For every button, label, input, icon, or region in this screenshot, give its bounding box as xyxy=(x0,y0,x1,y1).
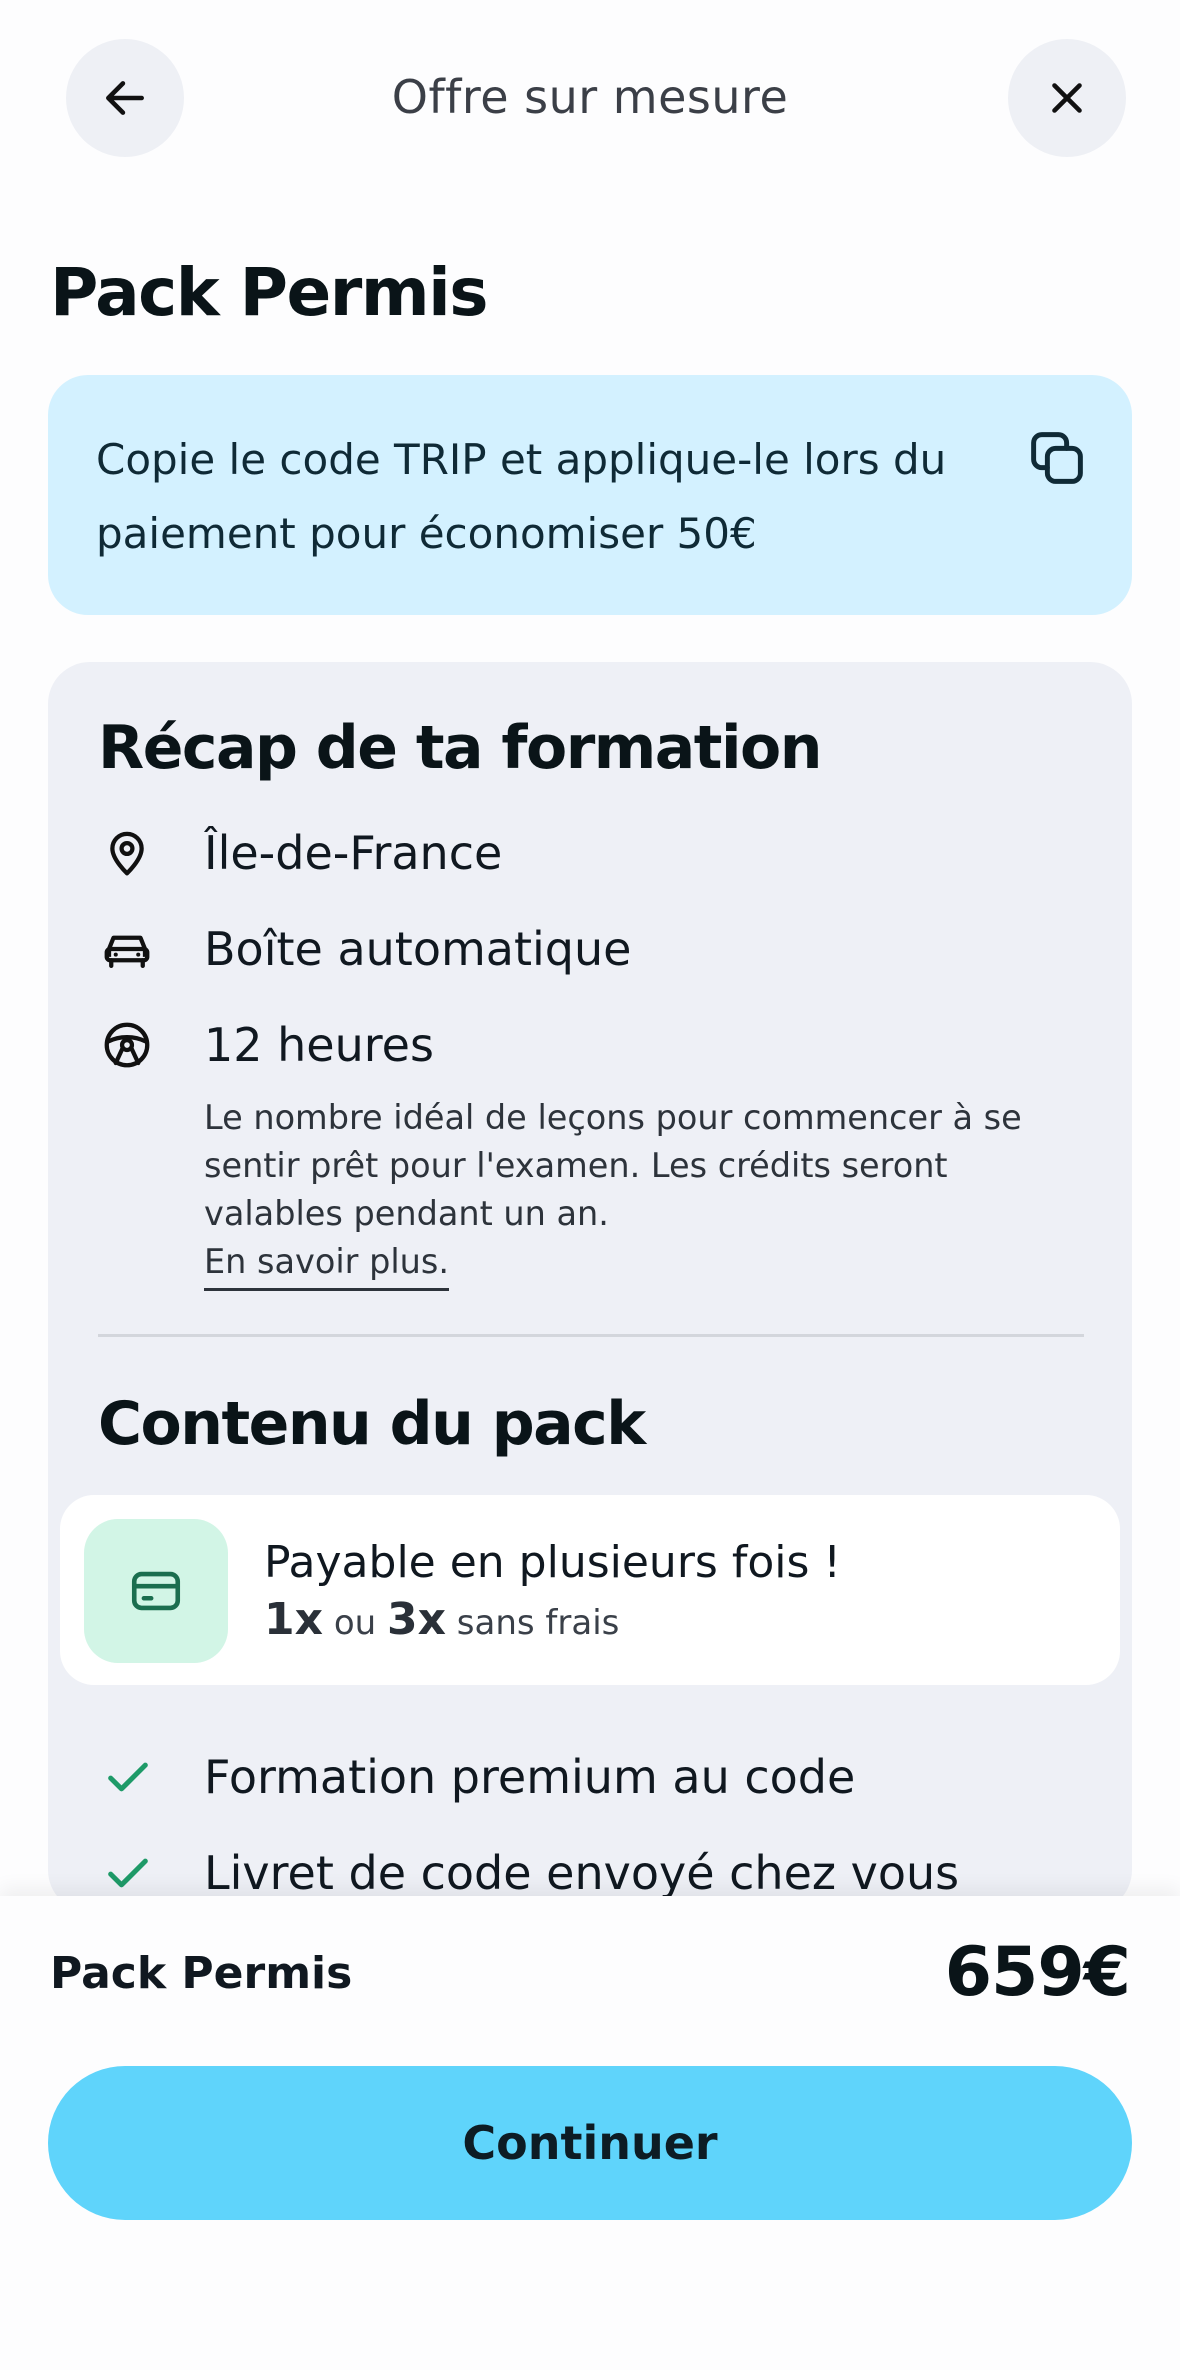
recap-item-location xyxy=(100,818,154,888)
page-title: Pack Permis xyxy=(50,254,489,331)
summary-label: Pack Permis xyxy=(50,1948,353,1999)
close-button[interactable] xyxy=(1008,39,1126,157)
location-pin-icon xyxy=(110,831,144,876)
header-title: Offre sur mesure xyxy=(391,70,789,124)
screen: Offre sur mesure Pack Permis Copie le co… xyxy=(0,0,1180,2370)
payment-option-two: 3x xyxy=(386,1594,446,1645)
car-icon xyxy=(104,935,150,969)
checkmark-icon xyxy=(108,1762,148,1792)
recap-item-hours xyxy=(100,1010,154,1080)
credit-card-icon xyxy=(131,1571,181,1611)
recap-gearbox-label: Boîte automatique xyxy=(204,922,632,976)
payment-title: Payable en plusieurs fois ! xyxy=(264,1537,842,1588)
feature-item xyxy=(102,1742,154,1812)
close-icon xyxy=(1052,83,1082,113)
payment-option-one: 1x xyxy=(264,1594,323,1645)
learn-more-link[interactable]: En savoir plus. xyxy=(204,1238,449,1291)
recap-item-gearbox xyxy=(100,914,154,984)
recap-location-label: Île-de-France xyxy=(204,826,503,880)
recap-title: Récap de ta formation xyxy=(98,713,822,783)
recap-hours-label: 12 heures xyxy=(204,1018,434,1072)
continue-button[interactable]: Continuer xyxy=(48,2066,1132,2220)
payment-tile: Payable en plusieurs fois ! 1x ou 3x san… xyxy=(60,1495,1120,1685)
copy-icon[interactable] xyxy=(1024,425,1090,491)
payment-icon-badge xyxy=(84,1519,228,1663)
section-divider xyxy=(98,1334,1084,1337)
summary-bar: Pack Permis 659€ Continuer xyxy=(0,1896,1180,2370)
payment-options: 1x ou 3x sans frais xyxy=(264,1595,619,1648)
promo-banner: Copie le code TRIP et applique-le lors d… xyxy=(48,375,1132,615)
hours-description: Le nombre idéal de leçons pour commencer… xyxy=(204,1098,1022,1233)
promo-text: Copie le code TRIP et applique-le lors d… xyxy=(96,435,947,558)
payment-connector: ou xyxy=(333,1603,377,1643)
payment-suffix: sans frais xyxy=(456,1603,620,1643)
pack-title: Contenu du pack xyxy=(98,1389,646,1459)
steering-wheel-icon xyxy=(104,1022,150,1068)
summary-price: 659€ xyxy=(944,1933,1131,2012)
checkmark-icon xyxy=(108,1858,148,1888)
feature-label: Formation premium au code xyxy=(204,1750,856,1804)
